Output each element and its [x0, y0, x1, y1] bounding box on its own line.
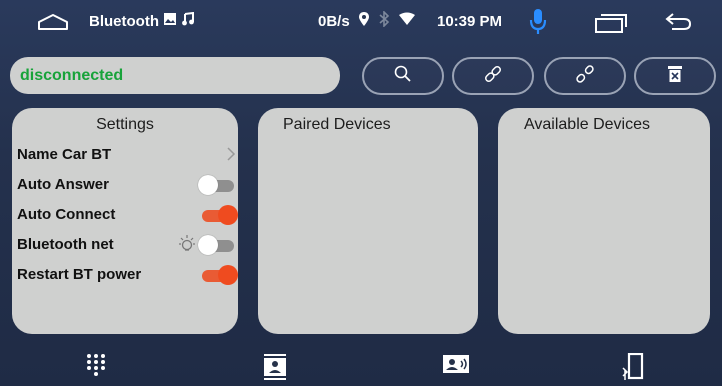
status-bar: Bluetooth 0B/s 10:39 PM	[0, 0, 722, 44]
connection-status-field: disconnected	[10, 57, 340, 94]
bluetooth-net-row: Bluetooth net	[12, 230, 238, 260]
image-notification-icon	[163, 12, 177, 30]
restart-bt-label: Restart BT power	[17, 266, 142, 283]
link-icon	[482, 63, 504, 90]
settings-panel: Settings Name Car BT Auto Answer Auto Co…	[12, 108, 238, 334]
bluetooth-net-toggle[interactable]	[198, 235, 234, 255]
dialpad-icon[interactable]	[85, 353, 107, 384]
music-notification-icon	[181, 11, 195, 30]
search-icon	[393, 64, 413, 89]
status-icons	[358, 10, 416, 32]
auto-answer-row: Auto Answer	[12, 170, 238, 200]
trash-icon	[667, 65, 683, 88]
settings-title: Settings	[96, 116, 154, 133]
chevron-right-icon	[226, 146, 236, 166]
unlink-icon	[574, 63, 596, 90]
auto-connect-label: Auto Connect	[17, 206, 116, 223]
auto-answer-toggle[interactable]	[198, 175, 234, 195]
paired-devices-title: Paired Devices	[283, 116, 391, 133]
device-name-label: Name Car BT	[17, 146, 112, 163]
recent-apps-icon[interactable]	[594, 13, 628, 38]
home-icon[interactable]	[36, 12, 70, 37]
back-icon[interactable]	[664, 11, 692, 36]
app-title-group: Bluetooth	[89, 11, 195, 30]
contacts-icon[interactable]	[442, 353, 470, 380]
device-name-row[interactable]: Name Car BT	[12, 140, 238, 170]
delete-button[interactable]	[634, 57, 716, 95]
search-button[interactable]	[362, 57, 444, 95]
available-devices-panel: Available Devices	[498, 108, 710, 334]
connection-status-text: disconnected	[20, 66, 124, 84]
phone-transfer-icon[interactable]	[622, 352, 644, 386]
wifi-icon	[398, 12, 416, 31]
connect-button[interactable]	[452, 57, 534, 95]
lightbulb-icon	[176, 233, 198, 259]
auto-connect-row: Auto Connect	[12, 200, 238, 230]
bluetooth-net-label: Bluetooth net	[17, 236, 114, 253]
paired-devices-panel: Paired Devices	[258, 108, 478, 334]
bottom-tab-bar	[0, 345, 722, 386]
clock: 10:39 PM	[437, 13, 503, 30]
network-rate: 0B/s	[318, 13, 350, 30]
app-title: Bluetooth	[89, 12, 159, 30]
microphone-icon[interactable]	[528, 8, 548, 41]
device-name-value: Car BT	[62, 146, 112, 163]
restart-bt-toggle[interactable]	[202, 265, 238, 285]
auto-connect-toggle[interactable]	[202, 205, 238, 225]
location-icon	[358, 11, 370, 32]
disconnect-button[interactable]	[544, 57, 626, 95]
available-devices-title: Available Devices	[524, 116, 650, 133]
call-log-icon[interactable]	[263, 353, 287, 386]
restart-bt-row: Restart BT power	[12, 260, 238, 290]
bluetooth-icon	[378, 10, 390, 32]
auto-answer-label: Auto Answer	[17, 176, 109, 193]
